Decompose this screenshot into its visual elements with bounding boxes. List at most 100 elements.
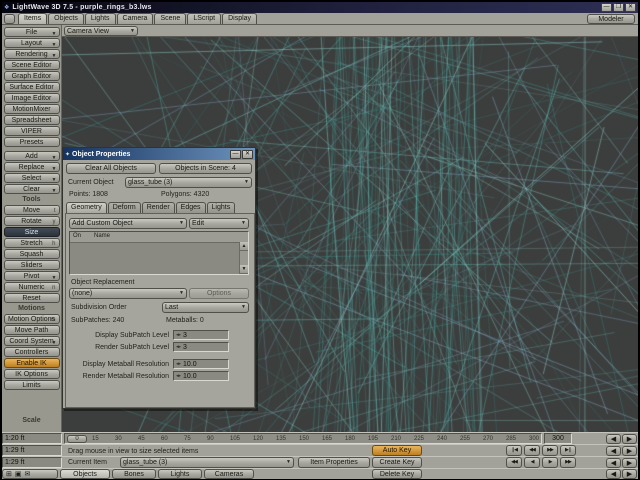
sidebar-item-clear[interactable]: Clear ▼ [3,184,60,194]
current-object-dropdown[interactable]: glass_tube (3) ▼ [125,177,252,188]
scroll-down-icon[interactable]: ▼ [240,265,248,274]
pane-scroll-right-button[interactable]: ▶ [622,469,637,479]
step-back-button[interactable]: ◀◀ [506,457,522,468]
item-type-cameras-button[interactable]: Cameras [204,469,254,479]
sidebar-item-layout[interactable]: Layout ▼ [3,38,60,48]
panel-tab-edges[interactable]: Edges [175,202,206,213]
pane-scroll-right-button[interactable]: ▶ [622,458,637,468]
sidebar-item-numeric[interactable]: Numeric n [3,282,60,292]
menu-grip[interactable] [4,14,15,24]
pane-scroll-left-button[interactable]: ◀ [606,458,621,468]
sidebar-item-file[interactable]: File ▼ [3,27,60,37]
sidebar-item-sliders[interactable]: Sliders [3,260,60,270]
render-metaball-field[interactable]: ◂▸ 10.0 [173,371,229,381]
sidebar-item-coord-system[interactable]: Coord System ▼ [3,336,60,346]
panel-titlebar[interactable]: ✦ Object Properties — ✕ [63,148,255,160]
item-type-objects-button[interactable]: Objects [60,469,110,479]
panel-minimize-button[interactable]: — [230,149,241,159]
list-scrollbar[interactable]: ▲ ▼ [239,242,248,274]
last-frame-field[interactable]: 300 [544,433,572,444]
view-type-dropdown[interactable]: Camera View ▼ [64,26,138,36]
edit-dropdown[interactable]: Edit ▼ [189,218,249,229]
sidebar-item-squash[interactable]: Squash [3,249,60,259]
panel-tab-lights[interactable]: Lights [206,202,236,213]
render-subpatch-field[interactable]: ◂▸ 3 [173,342,229,352]
mail-icon[interactable]: ✉ [25,470,31,478]
create-key-button[interactable]: Create Key [372,457,422,468]
tab-camera[interactable]: Camera [116,13,154,24]
tab-lights[interactable]: Lights [84,13,116,24]
scroll-track[interactable] [240,251,248,265]
pane-scroll-left-button[interactable]: ◀ [606,446,621,456]
timeline-slider[interactable]: 0 [67,435,87,443]
item-type-bones-button[interactable]: Bones [112,469,156,479]
prev-keyframe-button[interactable]: ◀◀ [524,445,540,456]
step-forward-button[interactable]: ▶▶ [560,457,576,468]
tab-objects[interactable]: Objects [48,13,84,24]
timeline-tick-label: 300 [529,436,540,442]
sidebar-item-controllers[interactable]: Controllers [3,347,60,357]
sidebar-item-scene-editor[interactable]: Scene Editor [3,60,60,70]
play-reverse-button[interactable]: ◀ [524,457,540,468]
panel-tab-render[interactable]: Render [141,202,175,213]
goto-first-frame-button[interactable]: ❙◀ [506,445,522,456]
tab-display[interactable]: Display [222,13,258,24]
sidebar-item-motionmixer[interactable]: MotionMixer [3,104,60,114]
sidebar-item-surface-editor[interactable]: Surface Editor [3,82,60,92]
minimize-button[interactable]: — [601,3,612,12]
pane-scroll-left-button[interactable]: ◀ [606,434,621,444]
modeler-button[interactable]: Modeler [587,14,635,24]
sidebar-item-image-editor[interactable]: Image Editor [3,93,60,103]
panel-close-button[interactable]: ✕ [242,149,253,159]
sidebar-item-enable-ik[interactable]: Enable IK [3,358,60,368]
tab-items[interactable]: Items [18,13,48,24]
sidebar-item-move-path[interactable]: Move Path [3,325,60,335]
add-custom-object-dropdown[interactable]: Add Custom Object ▼ [69,218,187,229]
sidebar-item-reset[interactable]: Reset [3,293,60,303]
display-metaball-field[interactable]: ◂▸ 10.0 [173,359,229,369]
sidebar-item-rendering[interactable]: Rendering ▼ [3,49,60,59]
panel-tab-deform[interactable]: Deform [107,202,141,213]
display-subpatch-field[interactable]: ◂▸ 3 [173,330,229,340]
panel-tab-geometry[interactable]: Geometry [66,202,107,213]
sidebar-item-limits[interactable]: Limits [3,380,60,390]
pane-scroll-right-button[interactable]: ▶ [622,446,637,456]
tab-scene[interactable]: Scene [154,13,187,24]
sidebar-item-spreadsheet[interactable]: Spreadsheet [3,115,60,125]
sidebar-item-move[interactable]: Move t [3,205,60,215]
subdivision-order-dropdown[interactable]: Last ▼ [162,302,249,313]
play-forward-button[interactable]: ▶ [542,457,558,468]
pane-scroll-left-button[interactable]: ◀ [606,469,621,479]
window-icon[interactable]: ▣ [15,470,22,478]
auto-key-button[interactable]: Auto Key [372,445,422,456]
sidebar-item-ik-options[interactable]: IK Options [3,369,60,379]
list-body[interactable] [70,242,239,274]
sidebar-item-viper[interactable]: VIPER [3,126,60,136]
close-button[interactable]: ✕ [625,3,636,12]
delete-key-button[interactable]: Delete Key [372,469,422,479]
start-icon[interactable]: ⊞ [6,470,12,478]
object-replacement-dropdown[interactable]: (none) ▼ [69,288,187,299]
sidebar-item-pivot[interactable]: Pivot ▼ [3,271,60,281]
scroll-up-icon[interactable]: ▲ [240,242,248,251]
sidebar-item-stretch[interactable]: Stretch h [3,238,60,248]
clear-all-objects-button[interactable]: Clear All Objects [66,163,156,174]
goto-last-frame-button[interactable]: ▶❙ [560,445,576,456]
timeline-ruler[interactable]: 0 01530456075901051201351501651801952102… [64,433,542,444]
sidebar-item-select[interactable]: Select ▼ [3,173,60,183]
maximize-button[interactable]: ❒ [613,3,624,12]
sidebar-item-rotate[interactable]: Rotate y [3,216,60,226]
item-type-lights-button[interactable]: Lights [158,469,202,479]
dropdown-arrow-icon: ▼ [51,53,57,59]
pane-scroll-right-button[interactable]: ▶ [622,434,637,444]
sidebar-item-size[interactable]: Size H [3,227,60,237]
current-item-dropdown[interactable]: glass_tube (3) ▼ [120,457,294,468]
next-keyframe-button[interactable]: ▶▶ [542,445,558,456]
sidebar-item-motion-options[interactable]: Motion Options m [3,314,60,324]
sidebar-item-add[interactable]: Add ▼ [3,151,60,161]
sidebar-item-replace[interactable]: Replace ▼ [3,162,60,172]
sidebar-item-graph-editor[interactable]: Graph Editor [3,71,60,81]
tab-lscript[interactable]: LScript [187,13,222,24]
item-properties-button[interactable]: Item Properties [298,457,370,468]
sidebar-item-presets[interactable]: Presets [3,137,60,147]
